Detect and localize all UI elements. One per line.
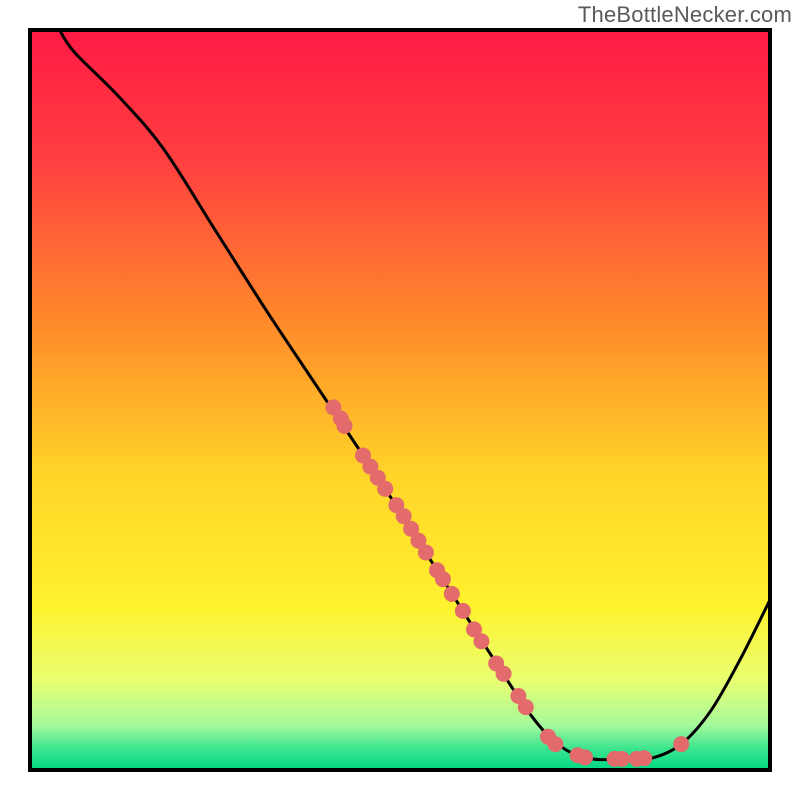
bottleneck-chart — [0, 0, 800, 800]
data-point — [337, 418, 353, 434]
data-point — [547, 736, 563, 752]
data-point — [435, 571, 451, 587]
data-point — [614, 751, 630, 767]
data-point — [673, 736, 689, 752]
attribution-label: TheBottleNecker.com — [578, 2, 792, 28]
gradient-background — [30, 30, 770, 770]
data-point — [473, 633, 489, 649]
data-point — [418, 544, 434, 560]
data-point — [455, 603, 471, 619]
data-point — [577, 749, 593, 765]
data-point — [496, 666, 512, 682]
data-point — [444, 586, 460, 602]
data-point — [518, 699, 534, 715]
plot-area — [30, 30, 770, 770]
data-point — [636, 750, 652, 766]
data-point — [377, 481, 393, 497]
